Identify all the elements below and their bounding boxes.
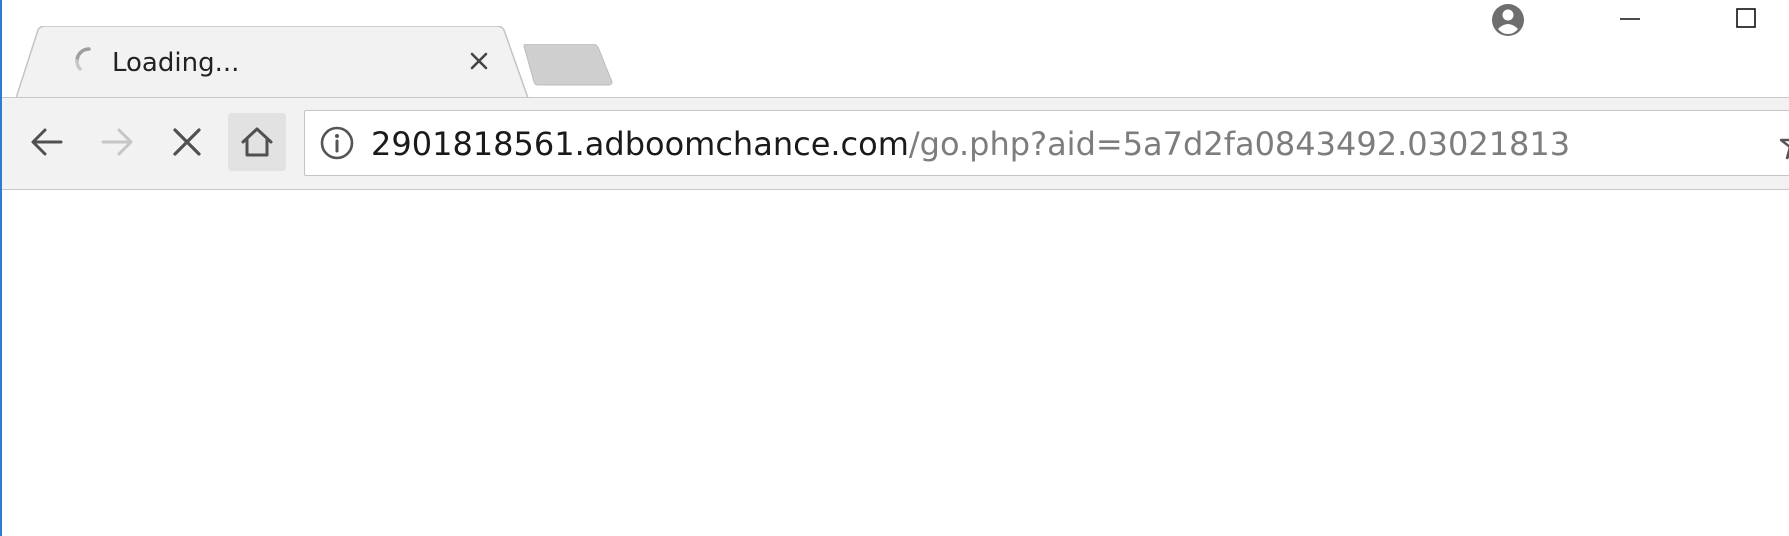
address-bar[interactable]: 2901818561.adboomchance.com/go.php?aid=5… bbox=[304, 110, 1789, 176]
url-path: /go.php?aid=5a7d2fa0843492.03021813 bbox=[908, 125, 1571, 163]
forward-button[interactable] bbox=[88, 113, 146, 171]
arrow-right-icon bbox=[101, 128, 133, 156]
url-text[interactable]: 2901818561.adboomchance.com/go.php?aid=5… bbox=[371, 124, 1570, 164]
profile-icon[interactable] bbox=[1490, 2, 1526, 38]
home-icon bbox=[241, 127, 273, 157]
tab-active[interactable]: Loading... bbox=[16, 26, 536, 98]
tab-strip: Loading... bbox=[2, 0, 1789, 98]
minimize-icon[interactable] bbox=[1602, 0, 1658, 36]
toolbar: 2901818561.adboomchance.com/go.php?aid=5… bbox=[2, 97, 1789, 190]
new-tab-button[interactable] bbox=[522, 44, 614, 86]
back-button[interactable] bbox=[18, 113, 76, 171]
page-content bbox=[2, 190, 1789, 536]
stop-button[interactable] bbox=[158, 113, 216, 171]
home-button[interactable] bbox=[228, 113, 286, 171]
info-circle-icon[interactable] bbox=[319, 125, 355, 161]
star-icon[interactable] bbox=[1779, 127, 1789, 161]
close-icon[interactable] bbox=[464, 46, 494, 76]
url-host: 2901818561.adboomchance.com bbox=[371, 125, 909, 163]
tab-title: Loading... bbox=[112, 48, 240, 78]
x-stop-icon bbox=[173, 128, 201, 156]
loading-spinner-icon bbox=[75, 47, 91, 71]
arrow-left-icon bbox=[31, 128, 63, 156]
browser-window: Loading... 2901818561.adboomchance.com/g… bbox=[0, 0, 1789, 536]
maximize-icon[interactable] bbox=[1718, 0, 1774, 36]
